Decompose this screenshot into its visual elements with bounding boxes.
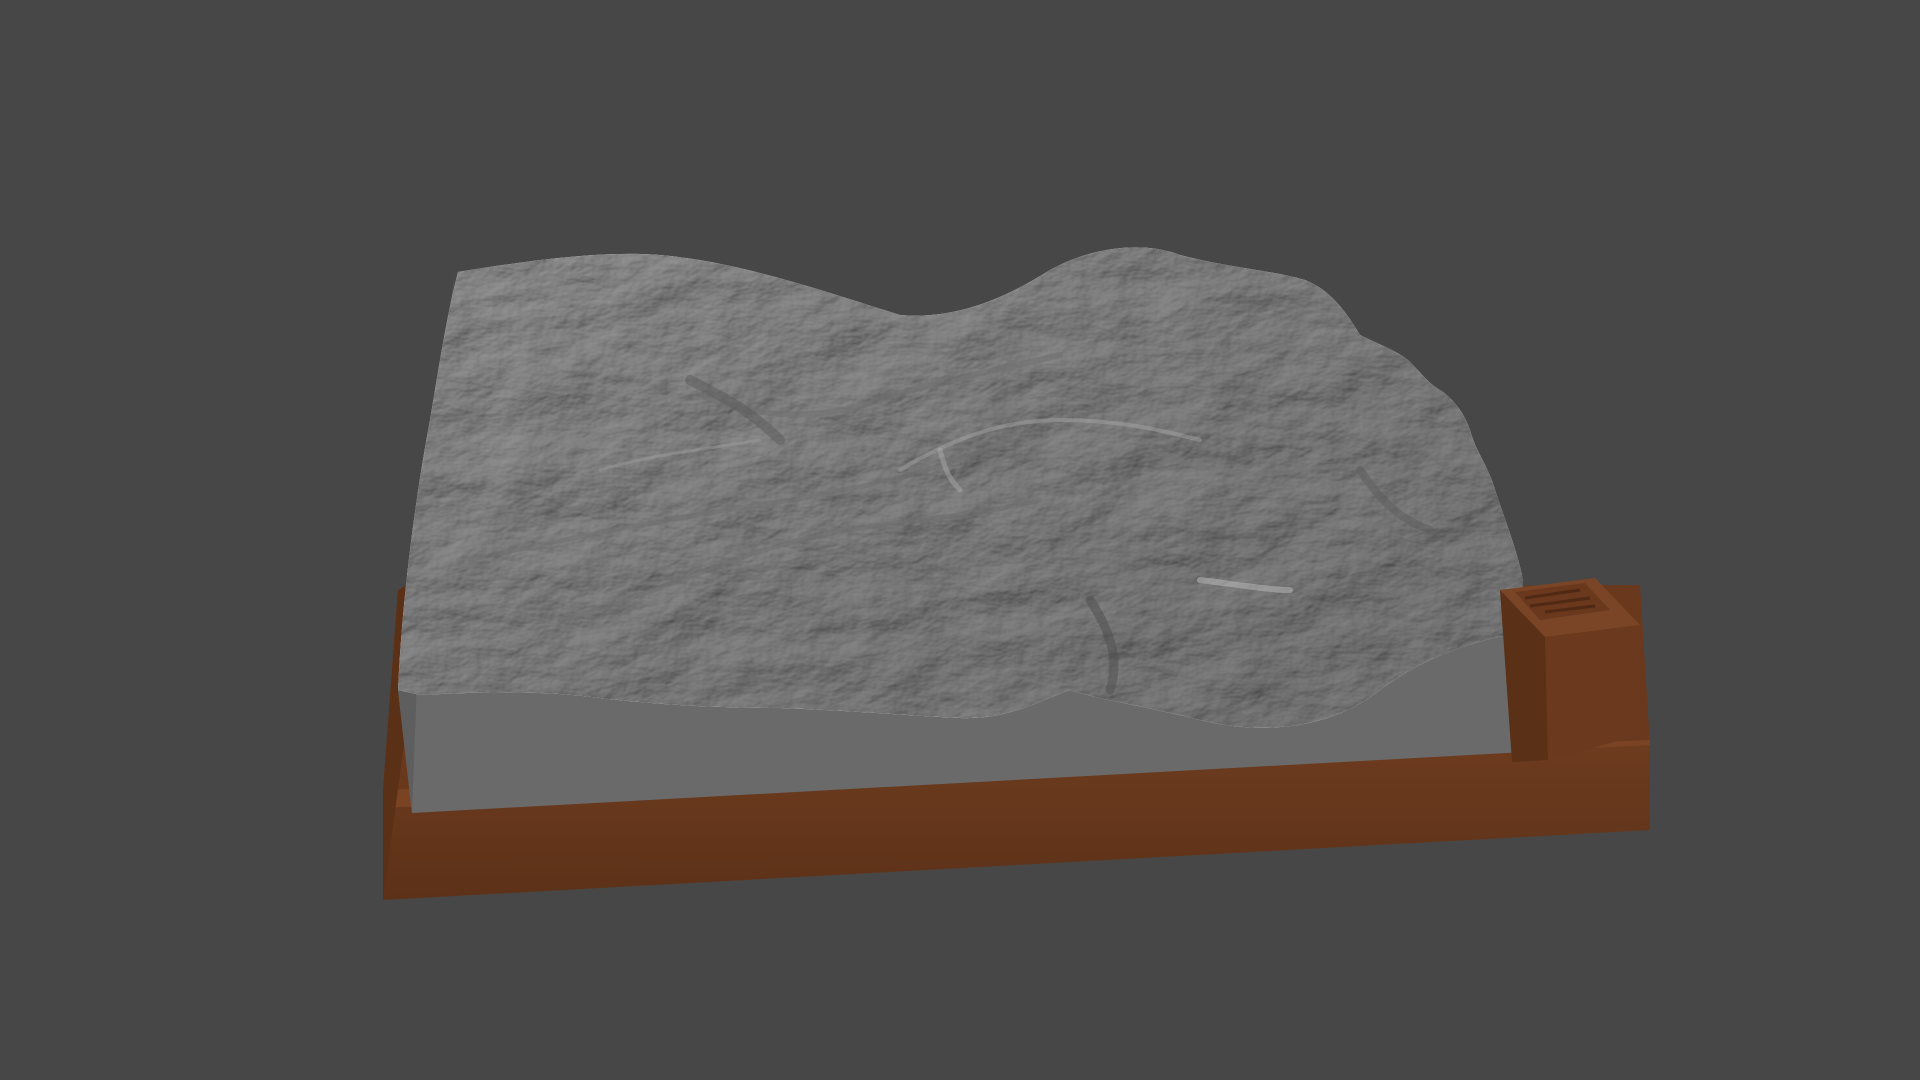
label-block — [1500, 578, 1640, 762]
3d-viewport[interactable] — [0, 0, 1920, 1080]
terrain-top-surface — [398, 247, 1525, 728]
terrain-model-render — [383, 247, 1650, 900]
